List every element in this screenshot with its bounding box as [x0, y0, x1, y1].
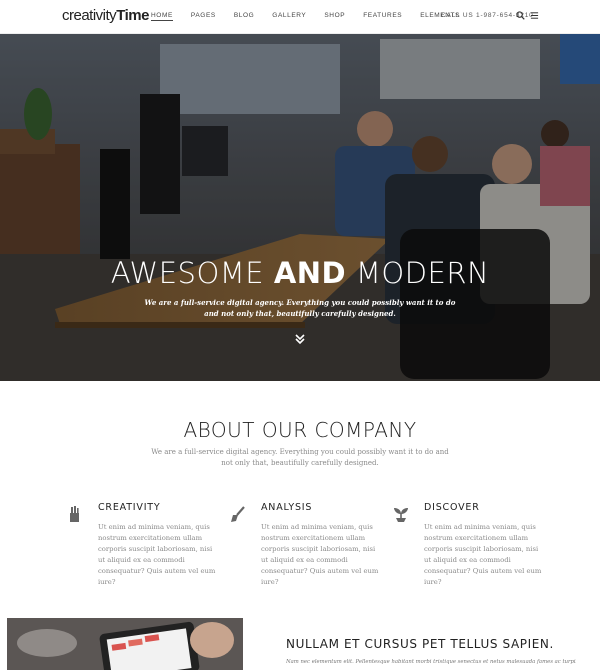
hero-background-image — [0, 34, 600, 381]
section-text: Nam nec elementum elit. Pellentesque hab… — [286, 659, 576, 665]
hamburger-menu-icon[interactable] — [530, 11, 539, 20]
feature-title: DISCOVER — [424, 502, 480, 513]
menu-item-gallery[interactable]: GALLERY — [272, 12, 306, 21]
menu-item-shop[interactable]: SHOP — [324, 12, 345, 21]
feature-title: ANALYSIS — [261, 502, 313, 513]
hero-section: AWESOME AND MODERN We are a full-service… — [0, 34, 600, 381]
feature-title: CREATIVITY — [98, 502, 161, 513]
search-icon[interactable] — [516, 11, 525, 20]
menu-item-features[interactable]: FEATURES — [363, 12, 402, 21]
hero-title-part1: AWESOME — [110, 256, 274, 290]
about-title: ABOUT OUR COMPANY — [183, 418, 417, 442]
menu-item-pages[interactable]: PAGES — [191, 12, 216, 21]
hero-title: AWESOME AND MODERN — [0, 256, 600, 290]
menu-item-home[interactable]: HOME — [151, 12, 173, 21]
feature-text: Ut enim ad minima veniam, quis nostrum e… — [98, 523, 216, 587]
top-navbar: creativityTime HOME PAGES BLOG GALLERY S… — [0, 0, 600, 34]
main-menu: HOME PAGES BLOG GALLERY SHOP FEATURES EL… — [151, 12, 478, 21]
hero-title-part2: MODERN — [346, 256, 490, 290]
double-chevron-down-icon[interactable] — [293, 332, 307, 346]
brand-logo[interactable]: creativityTime — [62, 7, 149, 24]
sprout-icon — [394, 508, 408, 522]
feature-text: Ut enim ad minima veniam, quis nostrum e… — [261, 523, 379, 587]
hero-title-bold: AND — [273, 256, 347, 290]
feature-text: Ut enim ad minima veniam, quis nostrum e… — [424, 523, 542, 587]
menu-item-blog[interactable]: BLOG — [234, 12, 254, 21]
about-text: We are a full-service digital agency. Ev… — [151, 448, 449, 467]
pencil-cup-icon — [70, 506, 79, 522]
tablet-photo — [7, 618, 243, 670]
tablet-photo-graphic — [7, 618, 243, 670]
section-title: NULLAM ET CURSUS PET TELLUS SAPIEN. — [286, 637, 554, 651]
brand-logo-part2: Time — [116, 7, 149, 24]
brand-logo-part1: creativity — [62, 7, 117, 24]
paint-brush-icon — [231, 506, 245, 522]
hero-subtitle: We are a full-service digital agency. Ev… — [144, 298, 456, 318]
